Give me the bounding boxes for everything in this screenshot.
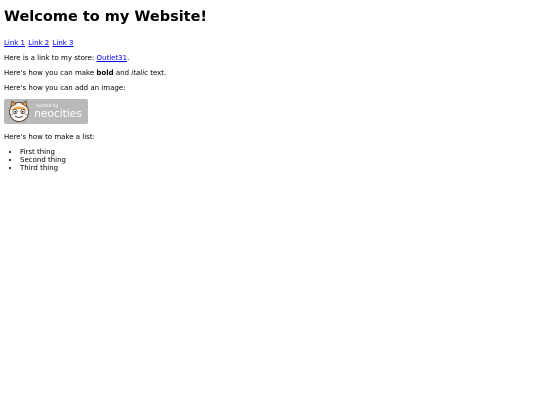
list-intro: Here's how to make a list: bbox=[4, 133, 95, 141]
list-item: Second thing bbox=[20, 156, 536, 164]
format-paragraph: Here's how you can make bold and italic … bbox=[4, 69, 536, 77]
image-paragraph: Here's how you can add an image: bbox=[4, 84, 126, 92]
italic-text: italic bbox=[131, 69, 148, 77]
list-item: Third thing bbox=[20, 164, 536, 172]
badge-container: hosted by neocities bbox=[4, 99, 536, 124]
format-text-and: and bbox=[113, 69, 132, 77]
nav-link-3[interactable]: Link 3 bbox=[53, 39, 74, 47]
nav-links: Link 1 Link 2 Link 3 bbox=[4, 39, 536, 47]
badge-brand-text: neocities bbox=[34, 107, 82, 120]
store-text-end: . bbox=[127, 54, 130, 62]
store-link[interactable]: Outlet31 bbox=[97, 54, 128, 62]
neocities-cat-icon bbox=[8, 100, 30, 122]
store-paragraph: Here is a link to my store: Outlet31. bbox=[4, 54, 536, 62]
bold-text: bold bbox=[96, 69, 114, 77]
page-heading: Welcome to my Website! bbox=[4, 9, 208, 25]
nav-link-1[interactable]: Link 1 bbox=[4, 39, 25, 47]
page-body: Welcome to my Website! Link 1 Link 2 Lin… bbox=[0, 0, 540, 172]
store-text: Here is a link to my store: bbox=[4, 54, 97, 62]
neocities-badge: hosted by neocities bbox=[4, 99, 88, 124]
thing-list: First thing Second thing Third thing bbox=[4, 148, 536, 172]
format-text-end: text. bbox=[147, 69, 167, 77]
list-item: First thing bbox=[20, 148, 536, 156]
nav-link-2[interactable]: Link 2 bbox=[28, 39, 49, 47]
format-text: Here's how you can make bbox=[4, 69, 97, 77]
